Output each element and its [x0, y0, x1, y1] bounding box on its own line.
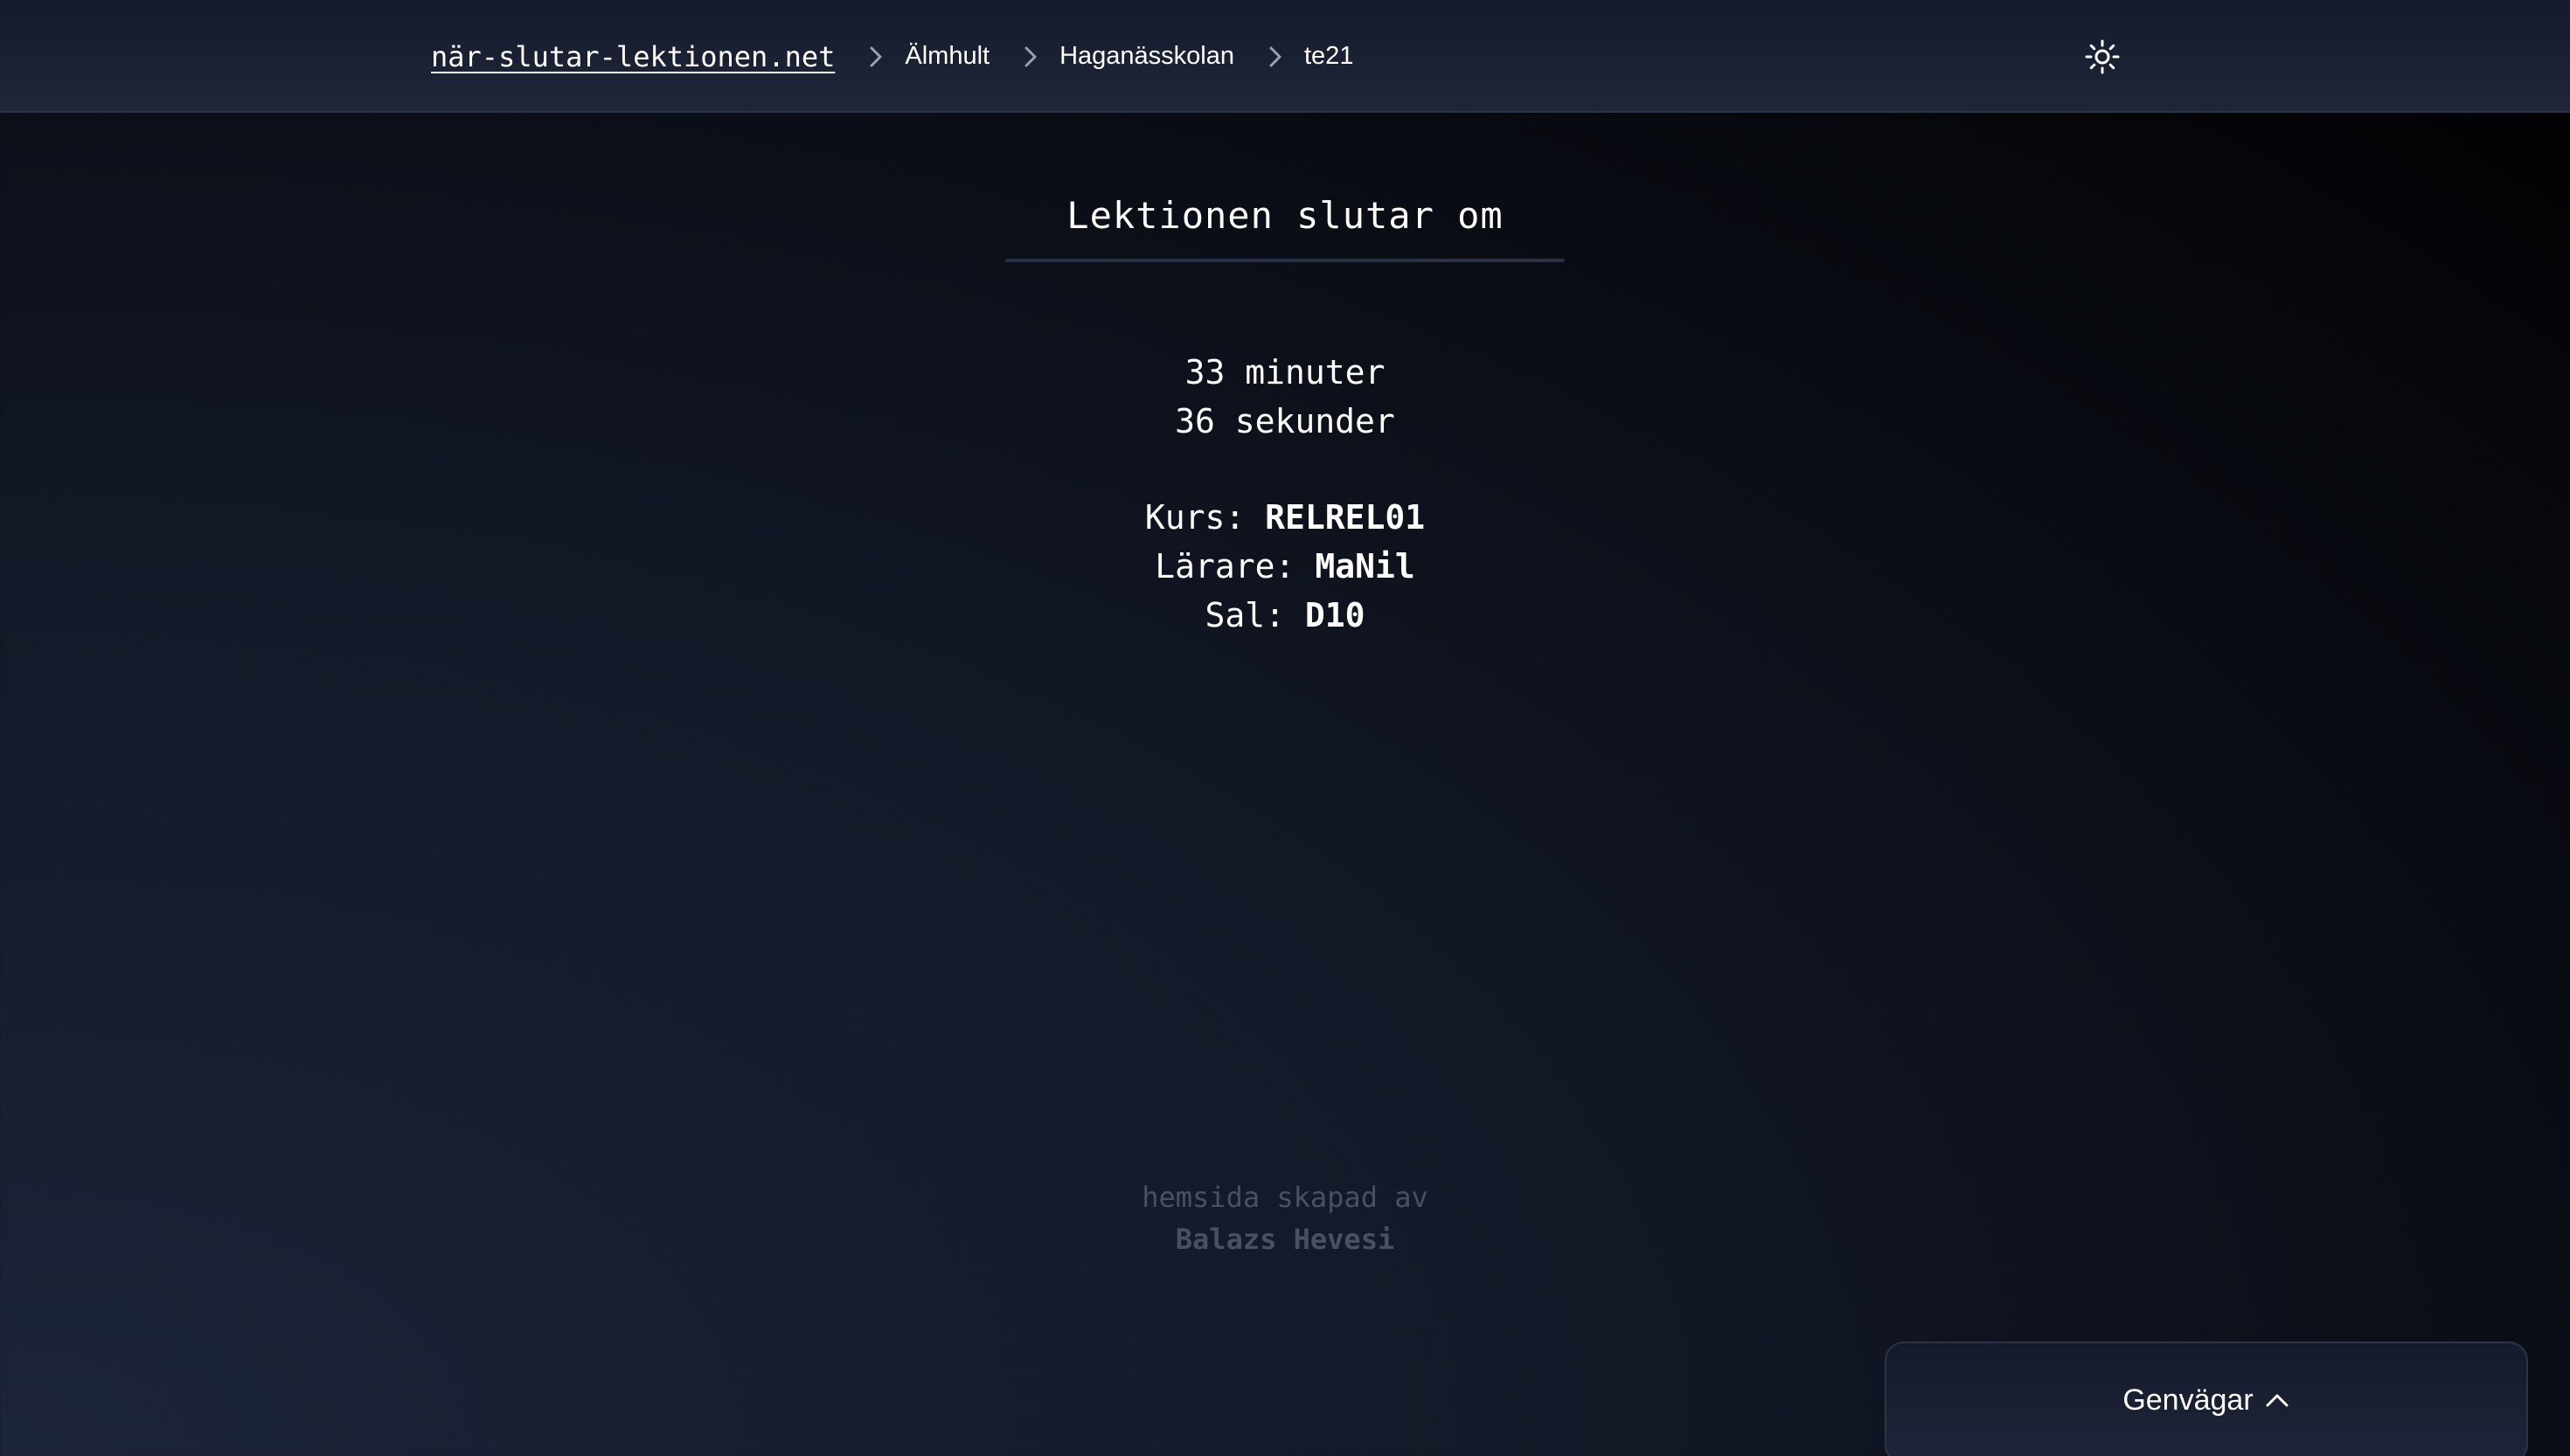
- chevron-right-icon: [1254, 45, 1297, 69]
- course-value: RELREL01: [1265, 498, 1426, 537]
- credit-text: hemsida skapad av: [1142, 1181, 1428, 1214]
- sun-icon: [2085, 39, 2120, 74]
- breadcrumb-item-city[interactable]: Älmhult: [905, 42, 990, 71]
- course-row: Kurs: RELREL01: [935, 493, 1635, 542]
- chevron-up-icon: [2266, 1394, 2289, 1407]
- home-link[interactable]: när-slutar-lektionen.net: [431, 40, 835, 73]
- course-label: Kurs:: [1144, 498, 1246, 537]
- top-navbar: när-slutar-lektionen.net Älmhult Haganäs…: [0, 0, 2570, 113]
- breadcrumb-item-class[interactable]: te21: [1304, 42, 1353, 71]
- footer-credit: hemsida skapad av Balazs Hevesi: [935, 1176, 1635, 1260]
- shortcuts-label: Genvägar: [2122, 1383, 2254, 1417]
- shortcuts-panel: Genvägar: [1885, 1342, 2528, 1456]
- room-label: Sal:: [1205, 596, 1285, 634]
- page-title: Lektionen slutar om: [1066, 194, 1504, 237]
- room-row: Sal: D10: [935, 591, 1635, 640]
- countdown-seconds: 36 sekunder: [1175, 402, 1395, 440]
- shortcuts-toggle-button[interactable]: Genvägar: [1886, 1343, 2526, 1456]
- room-value: D10: [1304, 596, 1365, 634]
- theme-toggle-button[interactable]: [2080, 35, 2124, 79]
- chevron-right-icon: [854, 45, 898, 69]
- author-name: Balazs Hevesi: [1175, 1223, 1395, 1256]
- countdown: 33 minuter 36 sekunder: [935, 348, 1635, 446]
- chevron-right-icon: [1009, 45, 1052, 69]
- breadcrumb-item-school[interactable]: Haganässkolan: [1059, 42, 1234, 71]
- countdown-minutes: 33 minuter: [1184, 353, 1386, 392]
- teacher-label: Lärare:: [1155, 547, 1295, 586]
- teacher-value: MaNil: [1315, 547, 1415, 586]
- lesson-info: Kurs: RELREL01 Lärare: MaNil Sal: D10: [935, 493, 1635, 640]
- teacher-row: Lärare: MaNil: [935, 542, 1635, 591]
- breadcrumb: när-slutar-lektionen.net Älmhult Haganäs…: [431, 0, 1353, 113]
- title-divider: [1005, 259, 1565, 262]
